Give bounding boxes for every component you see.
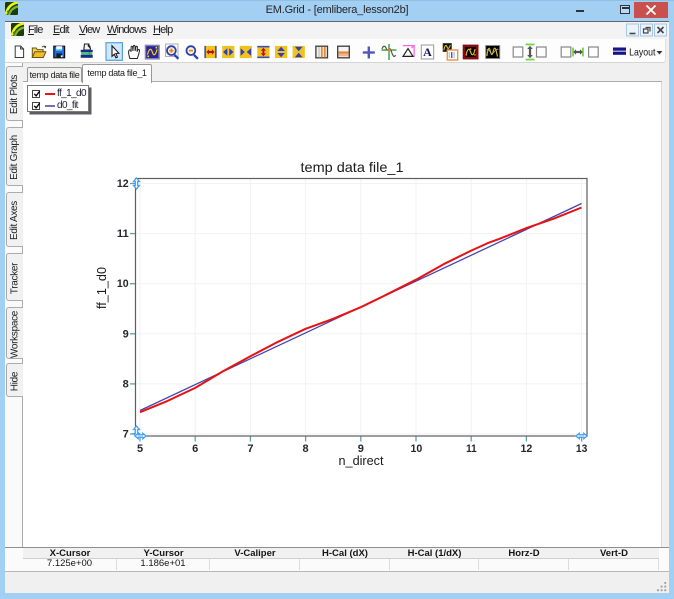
svg-text:7: 7 bbox=[123, 429, 129, 441]
svg-text:9: 9 bbox=[123, 328, 129, 340]
svg-text:temp data file_1: temp data file_1 bbox=[301, 159, 404, 175]
svg-text:7: 7 bbox=[247, 443, 253, 455]
svg-text:6: 6 bbox=[192, 443, 198, 455]
svg-text:Layout: Layout bbox=[629, 47, 655, 59]
svg-text:11: 11 bbox=[117, 228, 129, 240]
svg-text:10: 10 bbox=[411, 443, 423, 455]
svg-text:5: 5 bbox=[137, 443, 143, 455]
svg-text:8: 8 bbox=[303, 443, 309, 455]
svg-text:8: 8 bbox=[123, 378, 129, 390]
svg-text:12: 12 bbox=[117, 178, 129, 190]
svg-text:n_direct: n_direct bbox=[339, 453, 384, 468]
svg-text:ff_1_d0: ff_1_d0 bbox=[94, 267, 109, 309]
svg-text:12: 12 bbox=[521, 443, 533, 455]
svg-text:11: 11 bbox=[466, 443, 477, 455]
svg-text:13: 13 bbox=[576, 443, 588, 455]
svg-text:A: A bbox=[423, 45, 432, 59]
svg-text:10: 10 bbox=[117, 278, 129, 290]
